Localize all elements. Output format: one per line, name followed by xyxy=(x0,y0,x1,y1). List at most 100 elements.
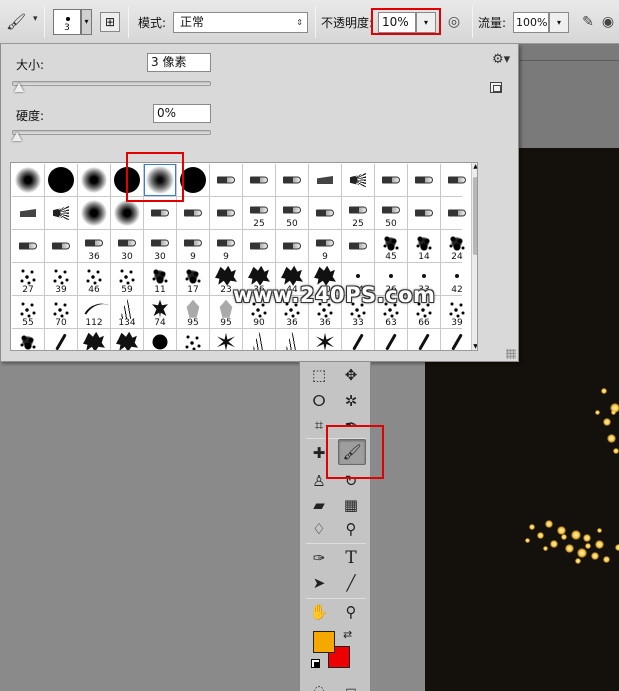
brush-preset-item[interactable]: 1370 xyxy=(210,329,242,350)
quick-mask-icon[interactable]: ◌ xyxy=(306,678,332,691)
brush-preset-item[interactable]: 134 xyxy=(111,296,143,328)
brush-preset-item[interactable] xyxy=(441,164,473,196)
brush-preset-item[interactable]: 24 xyxy=(441,230,473,262)
type-tool-icon[interactable]: T xyxy=(338,546,364,570)
move-tool-icon[interactable]: ✥ xyxy=(338,363,364,387)
brush-preset-item[interactable]: 9 xyxy=(177,230,209,262)
tool-preset-dropdown-icon[interactable]: ▾ xyxy=(33,14,38,24)
brush-preset-item[interactable]: 30 xyxy=(144,230,176,262)
new-preset-icon[interactable] xyxy=(490,82,502,93)
scroll-down-arrow-icon[interactable]: ▼ xyxy=(472,343,477,350)
brush-preset-item[interactable]: 1370 xyxy=(309,329,341,350)
brush-preset-item[interactable]: 39 xyxy=(441,296,473,328)
brush-preset-item[interactable] xyxy=(276,230,308,262)
flow-input[interactable]: 100% xyxy=(513,12,549,33)
hardness-slider-thumb[interactable] xyxy=(12,132,22,141)
brush-picker-dropdown-button[interactable]: ▾ xyxy=(81,9,92,35)
magic-wand-tool-icon[interactable]: ✲ xyxy=(338,389,364,413)
brush-preset-item[interactable] xyxy=(243,164,275,196)
brush-preset-item[interactable]: 95 xyxy=(177,296,209,328)
brush-preset-item[interactable] xyxy=(309,164,341,196)
brush-preset-item[interactable]: 9 xyxy=(309,230,341,262)
brush-preset-item[interactable]: 46 xyxy=(78,263,110,295)
brush-preset-item[interactable] xyxy=(276,164,308,196)
brush-preset-item[interactable] xyxy=(243,230,275,262)
brush-preset-item[interactable]: 32 xyxy=(111,329,143,350)
foreground-color-swatch[interactable] xyxy=(313,631,335,653)
brush-preset-item[interactable] xyxy=(210,164,242,196)
gear-icon[interactable]: ⚙▾ xyxy=(492,52,510,67)
lasso-tool-icon[interactable]: ⵔ xyxy=(306,389,332,413)
airbrush-icon[interactable]: ✎ xyxy=(577,12,599,33)
brush-preset-item[interactable]: 50 xyxy=(276,197,308,229)
default-colors-icon[interactable] xyxy=(311,659,320,668)
zoom-tool-icon[interactable]: ⚲ xyxy=(338,600,364,624)
brush-preset-item[interactable]: 55 xyxy=(12,296,44,328)
brush-preset-item[interactable]: 14 xyxy=(408,230,440,262)
hardness-slider-track[interactable] xyxy=(12,130,211,135)
path-selection-tool-icon[interactable]: ➤ xyxy=(306,571,332,595)
brush-preset-item[interactable]: 1064 xyxy=(276,329,308,350)
brush-preset-item[interactable] xyxy=(342,164,374,196)
brush-preset-item[interactable] xyxy=(45,197,77,229)
brush-tool-icon[interactable]: 🖌 xyxy=(6,12,32,32)
brush-preset-item[interactable]: 1103 xyxy=(243,329,275,350)
line-tool-icon[interactable]: ╱ xyxy=(338,571,364,595)
brush-preset-picker[interactable]: 3 xyxy=(53,9,81,35)
scrollbar-thumb[interactable] xyxy=(473,177,477,255)
brush-preset-item[interactable]: 59 xyxy=(111,263,143,295)
brush-preset-item[interactable]: 39 xyxy=(45,263,77,295)
scroll-up-arrow-icon[interactable]: ▲ xyxy=(472,163,477,170)
brush-preset-item[interactable]: 17 xyxy=(177,263,209,295)
brush-preset-item[interactable]: 45 xyxy=(375,230,407,262)
brush-preset-item[interactable] xyxy=(45,230,77,262)
brush-preset-item[interactable] xyxy=(12,197,44,229)
brush-preset-item[interactable] xyxy=(375,164,407,196)
eraser-tool-icon[interactable]: ▰ xyxy=(306,493,332,517)
brush-preset-item[interactable] xyxy=(78,197,110,229)
brush-preset-item[interactable] xyxy=(12,230,44,262)
brush-preset-item[interactable]: 36 xyxy=(78,230,110,262)
blur-tool-icon[interactable]: ♢ xyxy=(306,517,332,541)
screen-mode-icon[interactable]: ▭ xyxy=(338,678,364,691)
toggle-brush-panel-icon[interactable]: ⊞ xyxy=(100,12,120,32)
size-slider-thumb[interactable] xyxy=(13,83,24,92)
brush-preset-item[interactable]: 74 xyxy=(144,296,176,328)
hardness-input[interactable]: 0% xyxy=(153,104,211,123)
brush-preset-item[interactable]: 7 xyxy=(342,329,374,350)
preset-scrollbar[interactable]: ▲ ▼ xyxy=(471,163,477,350)
size-input[interactable]: 3 像素 xyxy=(147,53,211,72)
flow-slider-dropdown[interactable]: ▾ xyxy=(549,12,569,33)
brush-preset-item[interactable] xyxy=(78,164,110,196)
blend-mode-select[interactable]: 正常 ⇕ xyxy=(173,12,308,33)
brush-preset-item[interactable]: 42 xyxy=(441,263,473,295)
brush-preset-item[interactable]: 27 xyxy=(12,263,44,295)
brush-preset-item[interactable] xyxy=(408,164,440,196)
brush-preset-item[interactable]: 25 xyxy=(342,197,374,229)
brush-preset-item[interactable]: 9 xyxy=(210,230,242,262)
brush-preset-item[interactable]: 20 xyxy=(441,329,473,350)
brush-preset-item[interactable]: 10 xyxy=(375,329,407,350)
brush-preset-item[interactable]: 30 xyxy=(111,230,143,262)
brush-preset-item[interactable]: 25 xyxy=(243,197,275,229)
brush-preset-item[interactable]: 50 xyxy=(375,197,407,229)
brush-preset-item[interactable]: 63 xyxy=(12,329,44,350)
brush-preset-item[interactable]: 11 xyxy=(45,329,77,350)
brush-preset-item[interactable]: 112 xyxy=(78,296,110,328)
size-slider-track[interactable] xyxy=(12,81,211,86)
marquee-tool-icon[interactable]: ⬚ xyxy=(306,363,332,387)
brush-preset-item[interactable]: 11 xyxy=(144,263,176,295)
brush-preset-item[interactable] xyxy=(45,164,77,196)
brush-preset-item[interactable] xyxy=(210,197,242,229)
dodge-tool-icon[interactable]: ⚲ xyxy=(338,517,364,541)
panel-resize-grip[interactable] xyxy=(506,349,516,359)
brush-preset-item[interactable]: 70 xyxy=(45,296,77,328)
brush-preset-item[interactable]: 48 xyxy=(78,329,110,350)
brush-preset-item[interactable] xyxy=(342,230,374,262)
brush-preset-item[interactable]: 15 xyxy=(408,329,440,350)
brush-preset-item[interactable]: 100 xyxy=(177,329,209,350)
hand-tool-icon[interactable]: ✋ xyxy=(306,600,332,624)
pressure-opacity-icon[interactable]: ◎ xyxy=(443,12,465,33)
brush-preset-item[interactable] xyxy=(12,164,44,196)
pen-tool-icon[interactable]: ✑ xyxy=(306,546,332,570)
